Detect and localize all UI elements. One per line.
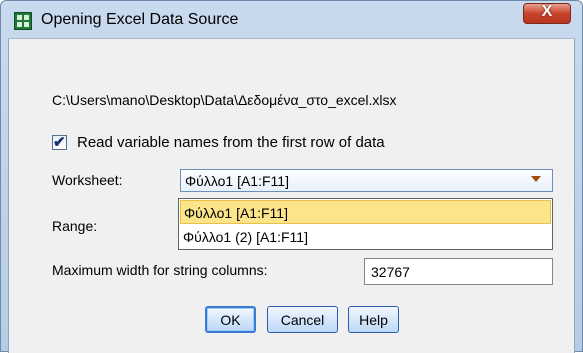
worksheet-select[interactable]: Φύλλο1 [A1:F11] <box>180 169 553 192</box>
read-names-checkbox[interactable]: ✔ <box>52 134 67 151</box>
worksheet-option-1[interactable]: Φύλλο1 [A1:F11] <box>180 200 551 224</box>
worksheet-option-2[interactable]: Φύλλο1 (2) [A1:F11] <box>180 225 551 249</box>
read-names-label[interactable]: Read variable names from the first row o… <box>77 134 385 151</box>
file-path-label: C:\Users\mano\Desktop\Data\Δεδομένα_στο_… <box>52 92 397 108</box>
max-width-label: Maximum width for string columns: <box>52 262 268 278</box>
title-bar[interactable]: Opening Excel Data Source X <box>1 1 582 41</box>
max-width-input[interactable]: 32767 <box>364 258 553 285</box>
worksheet-dropdown-list: Φύλλο1 [A1:F11] Φύλλο1 (2) [A1:F11] <box>178 198 553 250</box>
worksheet-selected-value: Φύλλο1 [A1:F11] <box>185 173 289 189</box>
spreadsheet-app-icon <box>14 12 32 30</box>
help-button[interactable]: Help <box>348 306 399 333</box>
checkmark-icon: ✔ <box>53 134 66 151</box>
chevron-down-icon[interactable] <box>531 176 541 182</box>
close-icon: X <box>541 3 553 20</box>
close-button[interactable]: X <box>523 3 571 24</box>
cancel-button[interactable]: Cancel <box>267 306 338 333</box>
dialog-title: Opening Excel Data Source <box>41 11 239 28</box>
worksheet-label: Worksheet: <box>52 172 123 188</box>
max-width-value: 32767 <box>371 264 410 280</box>
range-label: Range: <box>52 218 98 234</box>
ok-button[interactable]: OK <box>205 306 256 333</box>
